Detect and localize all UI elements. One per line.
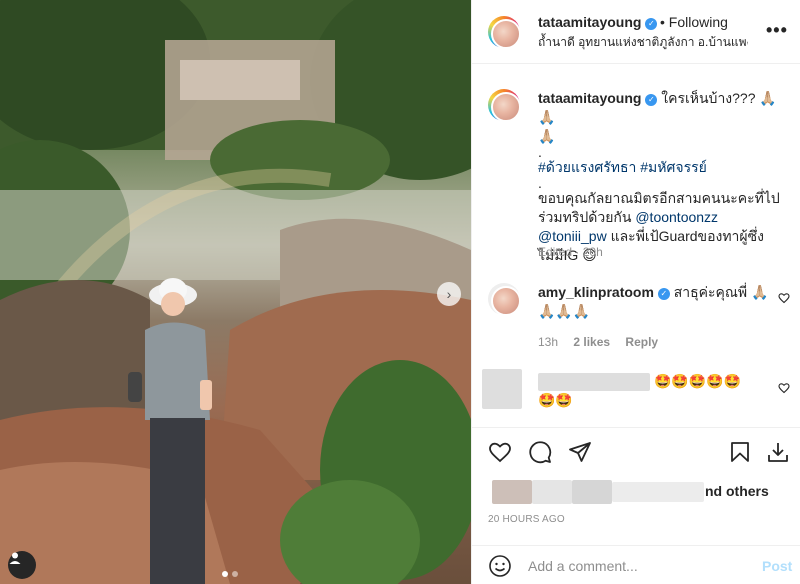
user-tag-icon — [9, 552, 21, 564]
liker-avatar-redacted — [492, 480, 532, 504]
comment-input[interactable] — [528, 555, 748, 577]
commenter-avatar-redacted — [482, 369, 522, 409]
post-timestamp[interactable]: 20 HOURS AGO — [488, 514, 565, 525]
comment-meta: 13h 2 likes Reply — [538, 335, 658, 349]
post-photo[interactable]: › — [0, 0, 471, 584]
edited-label: Edited — [538, 245, 573, 259]
more-icon[interactable]: ••• — [766, 20, 788, 41]
mention-link[interactable]: @toontoonzz — [635, 209, 718, 225]
comment: 🤩🤩🤩🤩🤩 — [654, 372, 784, 391]
chevron-right-icon: › — [446, 286, 452, 302]
post-details-panel: tataamitayoung ✓ • Following ถ้ำนาดี อุท… — [471, 0, 800, 584]
carousel-dot-active — [222, 571, 228, 577]
liker-avatar-redacted — [572, 480, 612, 504]
hashtag-link[interactable]: #มหัศจรรย์ — [640, 159, 707, 175]
caption-line-1b: 🙏🏼 — [538, 128, 556, 144]
caption-username[interactable]: tataamitayoung — [538, 90, 641, 106]
commenter-avatar[interactable] — [488, 283, 521, 316]
comment-text-line-2: 🙏🏼🙏🏼🙏🏼 — [538, 303, 591, 319]
reply-button[interactable]: Reply — [625, 335, 658, 349]
comment-composer: Post — [472, 545, 800, 584]
post-actions: nd others 20 HOURS AGO — [472, 427, 800, 545]
comments-list: tataamitayoung ✓ ใครเห็นบ้าง??? 🙏🏼🙏🏼 🙏🏼 … — [472, 65, 800, 427]
share-icon[interactable] — [568, 440, 592, 464]
hashtag-link[interactable]: #ด้วยแรงศรัทธา — [538, 159, 636, 175]
liker-avatar-redacted — [532, 480, 572, 504]
emoji-icon[interactable] — [488, 554, 512, 578]
comment: amy_klinpratoom ✓ สาธุค่ะคุณพี่ 🙏🏼 🙏🏼🙏🏼🙏… — [538, 283, 790, 321]
caption-age[interactable]: 20h — [583, 245, 603, 259]
comment-text: สาธุค่ะคุณพี่ 🙏🏼 — [673, 284, 769, 300]
post-location[interactable]: ถ้ำนาดี อุทยานแห่งชาติภูลังกา อ.บ้านแพง … — [538, 33, 748, 52]
comment-age[interactable]: 13h — [538, 335, 558, 349]
verified-icon: ✓ — [657, 288, 670, 300]
likes-others-text[interactable]: nd others — [705, 483, 769, 499]
liker-name-redacted — [612, 482, 704, 502]
verified-icon: ✓ — [645, 18, 658, 30]
heart-icon[interactable] — [778, 382, 790, 394]
caption-meta: Edited · 20h — [538, 245, 603, 259]
comment-text-line-2: 🤩🤩 — [538, 392, 573, 408]
tagged-users-button[interactable] — [8, 551, 36, 579]
mention-link[interactable]: @toniii_pw — [538, 228, 607, 244]
download-icon[interactable] — [766, 440, 790, 464]
heart-icon[interactable] — [778, 292, 790, 304]
author-username[interactable]: tataamitayoung ✓ — [538, 14, 658, 30]
comment-text: 🤩🤩🤩🤩🤩 — [654, 373, 742, 389]
caption-author-avatar[interactable] — [488, 89, 521, 122]
following-status[interactable]: • Following — [660, 14, 728, 30]
caption-dot-2: . — [538, 175, 542, 191]
bookmark-icon[interactable] — [728, 440, 752, 464]
carousel-indicator — [222, 571, 238, 577]
heart-icon[interactable] — [488, 440, 512, 464]
comment-line-2: 🤩🤩 — [538, 391, 668, 410]
caption: tataamitayoung ✓ ใครเห็นบ้าง??? 🙏🏼🙏🏼 🙏🏼 … — [538, 89, 790, 265]
comment-icon[interactable] — [528, 440, 552, 464]
commenter-username[interactable]: amy_klinpratoom — [538, 284, 654, 300]
photo-illustration — [0, 0, 471, 584]
carousel-dot — [232, 571, 238, 577]
comment-likes[interactable]: 2 likes — [573, 335, 610, 349]
post-comment-button[interactable]: Post — [762, 558, 792, 574]
commenter-username-redacted — [538, 373, 650, 391]
post-header: tataamitayoung ✓ • Following ถ้ำนาดี อุท… — [472, 0, 800, 64]
next-slide-button[interactable]: › — [437, 282, 461, 306]
author-avatar[interactable] — [488, 16, 521, 49]
verified-icon: ✓ — [645, 94, 658, 106]
author-username-text[interactable]: tataamitayoung — [538, 14, 641, 30]
caption-dot-1: . — [538, 144, 542, 160]
